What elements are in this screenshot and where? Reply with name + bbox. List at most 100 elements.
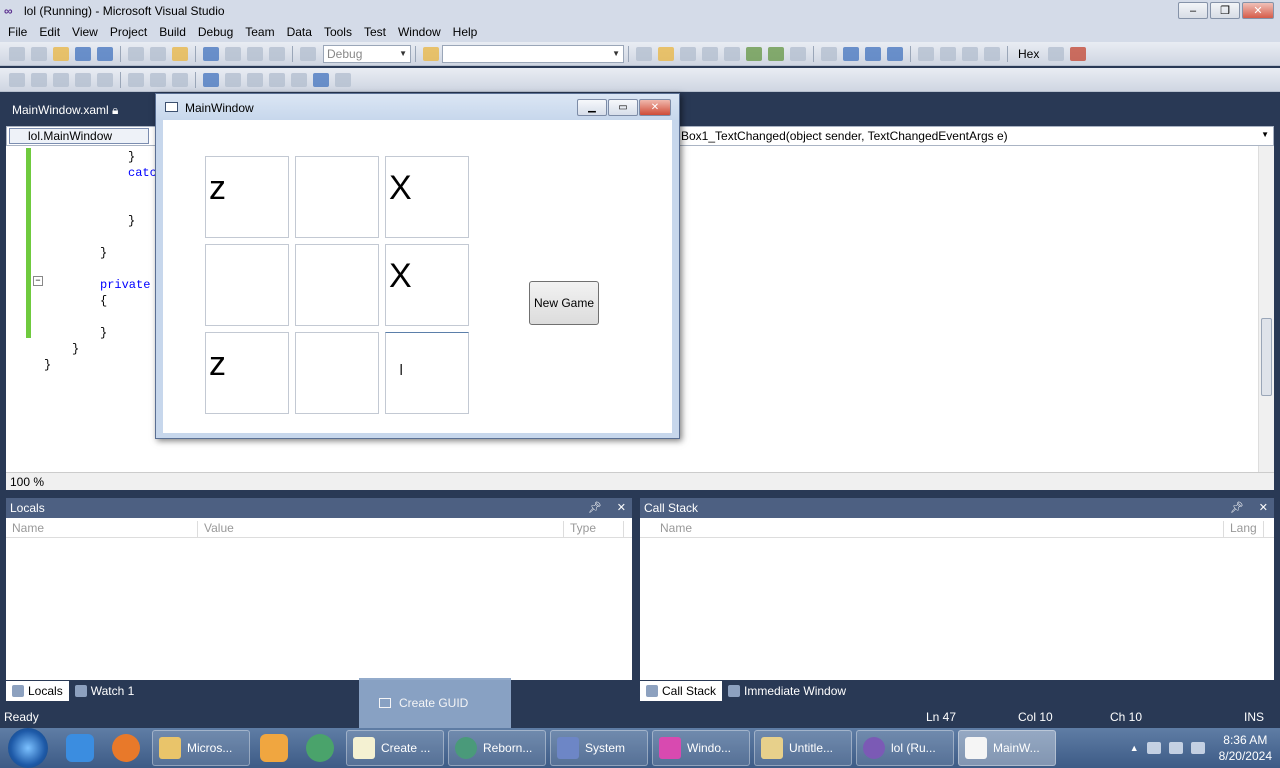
quick-info-icon[interactable] <box>53 72 69 87</box>
minimize-button[interactable]: – <box>1178 2 1208 19</box>
tab-mainwindow-xaml[interactable]: MainWindow.xaml 🔒︎ <box>6 100 124 120</box>
redo-icon[interactable] <box>225 46 241 61</box>
taskbar-item[interactable]: Micros... <box>152 730 250 766</box>
next-bookmark-folder-icon[interactable] <box>291 72 307 87</box>
column-header[interactable]: Lang <box>1224 521 1264 537</box>
board-cell[interactable]: z <box>205 156 289 238</box>
find-combo[interactable]: ▼ <box>442 44 624 63</box>
paste-icon[interactable] <box>172 46 188 61</box>
internet-explorer-icon[interactable] <box>60 730 100 766</box>
step-out-icon[interactable] <box>984 46 1000 61</box>
pin-icon[interactable]: 📌︎ <box>588 501 602 514</box>
cut-icon[interactable] <box>128 46 144 61</box>
close-button[interactable]: ✕ <box>1242 2 1274 19</box>
volume-muted-icon[interactable] <box>1190 742 1205 754</box>
menu-build[interactable]: Build <box>153 25 192 39</box>
network-icon[interactable] <box>300 730 340 766</box>
step-into-icon[interactable] <box>940 46 956 61</box>
menu-edit[interactable]: Edit <box>33 25 66 39</box>
close-icon[interactable]: ✕ <box>1259 501 1268 514</box>
save-all-icon[interactable] <box>97 46 113 61</box>
toggle-bookmark-icon[interactable] <box>203 72 219 87</box>
toolbox-icon[interactable] <box>702 46 718 61</box>
column-header[interactable]: Value <box>198 521 564 537</box>
navigate-forward-icon[interactable] <box>269 46 285 61</box>
flag-icon[interactable] <box>1146 742 1161 754</box>
create-guid-thumbnail[interactable]: Create GUID <box>359 678 511 728</box>
comment-icon[interactable] <box>150 72 166 87</box>
menu-test[interactable]: Test <box>358 25 392 39</box>
next-bookmark-icon[interactable] <box>247 72 263 87</box>
taskbar-item[interactable]: Untitle... <box>754 730 852 766</box>
tab-immediate-window[interactable]: Immediate Window <box>722 684 852 698</box>
window-icon[interactable] <box>790 46 806 61</box>
save-icon[interactable] <box>75 46 91 61</box>
break-all-icon[interactable] <box>843 46 859 61</box>
show-next-statement-icon[interactable] <box>918 46 934 61</box>
extension-manager-icon[interactable] <box>746 46 762 61</box>
clock[interactable]: 8:36 AM 8/20/2024 <box>1219 732 1272 764</box>
menu-data[interactable]: Data <box>281 25 318 39</box>
column-header[interactable]: Type <box>564 521 624 537</box>
close-icon[interactable]: ✕ <box>617 501 626 514</box>
menu-window[interactable]: Window <box>392 25 447 39</box>
zoom-combo[interactable]: 100 % <box>10 475 44 489</box>
menu-file[interactable]: File <box>2 25 33 39</box>
previous-bookmark-folder-icon[interactable] <box>269 72 285 87</box>
app-minimize-button[interactable]: ▁ <box>577 99 607 116</box>
column-header[interactable]: Name <box>640 521 1224 537</box>
scrollbar-thumb[interactable] <box>1261 318 1272 396</box>
column-header[interactable]: Name <box>6 521 198 537</box>
app-close-button[interactable]: ✕ <box>639 99 671 116</box>
menu-help[interactable]: Help <box>447 25 484 39</box>
types-dropdown[interactable]: lol.MainWindow <box>9 128 149 144</box>
menu-view[interactable]: View <box>66 25 104 39</box>
word-completion-icon[interactable] <box>75 72 91 87</box>
media-player-icon[interactable] <box>254 730 294 766</box>
restart-icon[interactable] <box>887 46 903 61</box>
previous-bookmark-icon[interactable] <box>225 72 241 87</box>
menu-team[interactable]: Team <box>239 25 280 39</box>
menu-tools[interactable]: Tools <box>318 25 358 39</box>
firefox-icon[interactable] <box>106 730 146 766</box>
board-cell[interactable] <box>295 156 379 238</box>
taskbar-item[interactable]: Windo... <box>652 730 750 766</box>
navigate-backward-icon[interactable] <box>247 46 263 61</box>
clear-bookmarks-icon[interactable] <box>313 72 329 87</box>
pin-icon[interactable]: 📌︎ <box>1230 501 1244 514</box>
display-object-member-list-icon[interactable] <box>9 72 25 87</box>
restore-button[interactable]: ❐ <box>1210 2 1240 19</box>
add-item-icon[interactable] <box>31 46 47 61</box>
start-debugging-icon[interactable] <box>300 46 316 61</box>
uncomment-icon[interactable] <box>172 72 188 87</box>
properties-icon[interactable] <box>658 46 674 61</box>
increase-indent-icon[interactable] <box>128 72 144 87</box>
breakpoints-icon[interactable] <box>1048 46 1065 61</box>
network-status-icon[interactable] <box>1168 742 1183 754</box>
collapse-icon[interactable]: − <box>33 276 43 286</box>
windows-dropdown-icon[interactable] <box>1070 46 1087 61</box>
start-button[interactable] <box>8 728 48 768</box>
show-hidden-icons-icon[interactable]: ▲ <box>1130 743 1139 753</box>
menu-project[interactable]: Project <box>104 25 153 39</box>
continue-icon[interactable] <box>821 46 837 61</box>
decrease-indent-icon[interactable] <box>97 72 113 87</box>
app-maximize-button[interactable]: ▭ <box>608 99 638 116</box>
vertical-scrollbar[interactable] <box>1258 146 1274 472</box>
copy-icon[interactable] <box>150 46 166 61</box>
tab-watch-1[interactable]: Watch 1 <box>69 684 141 698</box>
hex-display-toggle[interactable]: Hex <box>1018 47 1039 61</box>
step-over-icon[interactable] <box>962 46 978 61</box>
members-dropdown[interactable]: Box1_TextChanged(object sender, TextChan… <box>681 129 1008 143</box>
stop-debugging-icon[interactable] <box>865 46 881 61</box>
board-cell[interactable]: X <box>385 156 469 238</box>
toolbar-options-icon[interactable] <box>335 72 351 87</box>
board-cell[interactable] <box>295 244 379 326</box>
new-project-icon[interactable] <box>9 46 25 61</box>
app-title-bar[interactable]: MainWindow ▁ ▭ ✕ <box>156 94 679 120</box>
taskbar-item[interactable]: Reborn... <box>448 730 546 766</box>
new-game-button[interactable]: New Game <box>529 281 599 325</box>
undo-icon[interactable] <box>203 46 219 61</box>
board-cell[interactable] <box>205 244 289 326</box>
object-browser-icon[interactable] <box>680 46 696 61</box>
